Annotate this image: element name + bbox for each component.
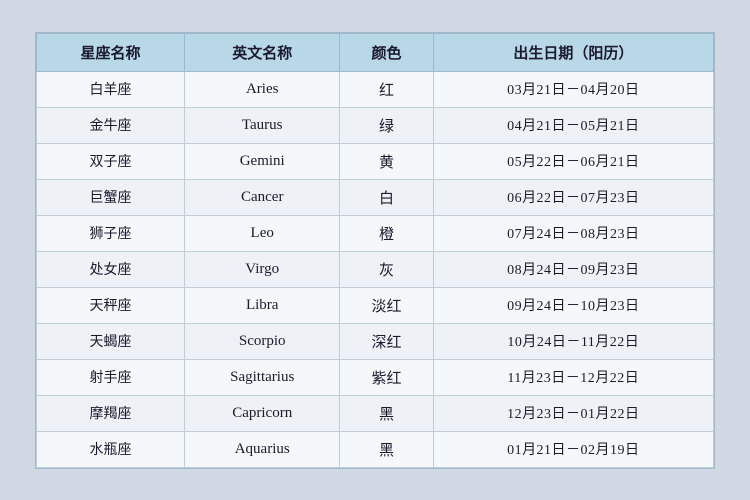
col-header-color: 颜色 [340,33,433,71]
zodiac-dates: 07月24日－08月23日 [433,215,713,251]
zodiac-dates: 01月21日－02月19日 [433,431,713,467]
table-row: 巨蟹座Cancer白06月22日－07月23日 [37,179,714,215]
zodiac-dates: 03月21日－04月20日 [433,71,713,107]
zodiac-english-name: Sagittarius [184,359,340,395]
zodiac-english-name: Libra [184,287,340,323]
zodiac-english-name: Taurus [184,107,340,143]
zodiac-english-name: Aries [184,71,340,107]
zodiac-english-name: Aquarius [184,431,340,467]
zodiac-dates: 12月23日－01月22日 [433,395,713,431]
col-header-english: 英文名称 [184,33,340,71]
zodiac-color: 黑 [340,431,433,467]
col-header-chinese: 星座名称 [37,33,185,71]
zodiac-dates: 06月22日－07月23日 [433,179,713,215]
zodiac-chinese-name: 天蝎座 [37,323,185,359]
zodiac-color: 红 [340,71,433,107]
zodiac-color: 深红 [340,323,433,359]
zodiac-dates: 05月22日－06月21日 [433,143,713,179]
zodiac-english-name: Cancer [184,179,340,215]
zodiac-chinese-name: 处女座 [37,251,185,287]
zodiac-english-name: Virgo [184,251,340,287]
table-row: 白羊座Aries红03月21日－04月20日 [37,71,714,107]
table-row: 摩羯座Capricorn黑12月23日－01月22日 [37,395,714,431]
zodiac-english-name: Gemini [184,143,340,179]
zodiac-color: 灰 [340,251,433,287]
table-row: 射手座Sagittarius紫红11月23日－12月22日 [37,359,714,395]
table-row: 天秤座Libra淡红09月24日－10月23日 [37,287,714,323]
table-row: 水瓶座Aquarius黑01月21日－02月19日 [37,431,714,467]
zodiac-color: 橙 [340,215,433,251]
zodiac-table-container: 星座名称 英文名称 颜色 出生日期（阳历） 白羊座Aries红03月21日－04… [35,32,715,469]
table-row: 狮子座Leo橙07月24日－08月23日 [37,215,714,251]
table-row: 处女座Virgo灰08月24日－09月23日 [37,251,714,287]
zodiac-chinese-name: 双子座 [37,143,185,179]
zodiac-chinese-name: 摩羯座 [37,395,185,431]
zodiac-color: 绿 [340,107,433,143]
table-row: 金牛座Taurus绿04月21日－05月21日 [37,107,714,143]
zodiac-chinese-name: 射手座 [37,359,185,395]
zodiac-color: 黑 [340,395,433,431]
table-row: 双子座Gemini黄05月22日－06月21日 [37,143,714,179]
table-row: 天蝎座Scorpio深红10月24日－11月22日 [37,323,714,359]
zodiac-table: 星座名称 英文名称 颜色 出生日期（阳历） 白羊座Aries红03月21日－04… [36,33,714,468]
zodiac-dates: 09月24日－10月23日 [433,287,713,323]
zodiac-chinese-name: 巨蟹座 [37,179,185,215]
zodiac-dates: 10月24日－11月22日 [433,323,713,359]
zodiac-dates: 04月21日－05月21日 [433,107,713,143]
zodiac-chinese-name: 天秤座 [37,287,185,323]
zodiac-dates: 08月24日－09月23日 [433,251,713,287]
zodiac-english-name: Scorpio [184,323,340,359]
table-header-row: 星座名称 英文名称 颜色 出生日期（阳历） [37,33,714,71]
zodiac-english-name: Capricorn [184,395,340,431]
zodiac-chinese-name: 狮子座 [37,215,185,251]
zodiac-color: 白 [340,179,433,215]
zodiac-chinese-name: 白羊座 [37,71,185,107]
zodiac-dates: 11月23日－12月22日 [433,359,713,395]
zodiac-chinese-name: 金牛座 [37,107,185,143]
zodiac-chinese-name: 水瓶座 [37,431,185,467]
zodiac-english-name: Leo [184,215,340,251]
col-header-dates: 出生日期（阳历） [433,33,713,71]
zodiac-color: 淡红 [340,287,433,323]
zodiac-color: 黄 [340,143,433,179]
zodiac-color: 紫红 [340,359,433,395]
